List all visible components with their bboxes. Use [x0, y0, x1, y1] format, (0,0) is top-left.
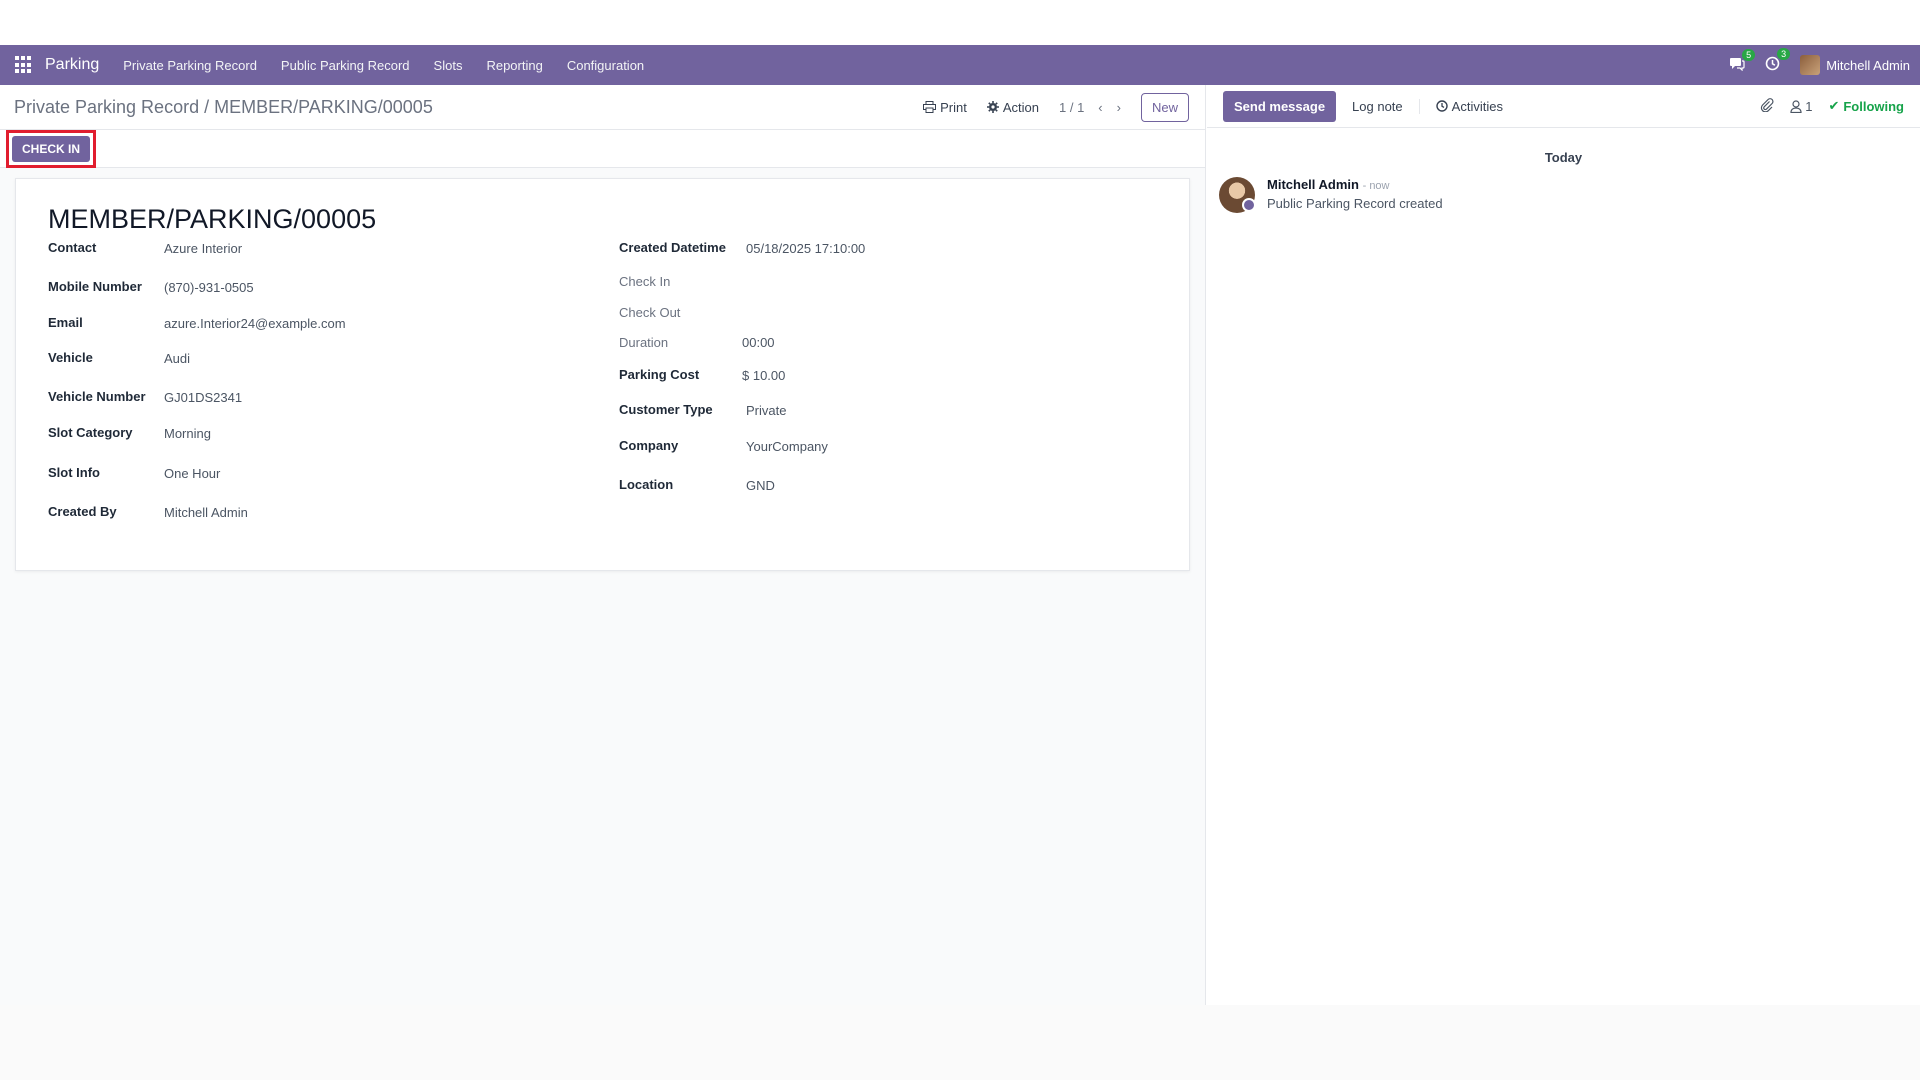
activities-button[interactable]: Activities — [1418, 98, 1503, 114]
send-message-button[interactable]: Send message — [1223, 90, 1337, 122]
field-value-company[interactable]: YourCompany — [746, 439, 828, 454]
followers-button[interactable]: 1 — [1790, 99, 1812, 114]
field-label-slot-category: Slot Category — [48, 425, 133, 440]
field-label-mobile: Mobile Number — [48, 279, 142, 294]
following-button[interactable]: ✔ Following — [1828, 98, 1904, 114]
field-value-mobile[interactable]: (870)-931-0505 — [164, 280, 254, 295]
field-value-created-by[interactable]: Mitchell Admin — [164, 505, 248, 520]
field-value-created-datetime[interactable]: 05/18/2025 17:10:00 — [746, 241, 865, 256]
record-title: MEMBER/PARKING/00005 — [48, 204, 377, 234]
top-gap — [0, 0, 1920, 45]
date-separator: Today — [1544, 150, 1583, 165]
field-label-company: Company — [619, 438, 679, 453]
print-button[interactable]: Print — [923, 100, 967, 115]
field-value-vehicle[interactable]: Audi — [164, 351, 190, 366]
following-label: Following — [1843, 98, 1904, 114]
field-value-vehicle-number[interactable]: GJ01DS2341 — [164, 390, 242, 405]
chatter-message: Mitchell Admin - now Public Parking Reco… — [1207, 177, 1920, 213]
nav-reporting[interactable]: Reporting — [486, 58, 542, 73]
clock-icon — [1435, 100, 1448, 112]
pager-next-icon[interactable]: › — [1117, 100, 1121, 115]
form-sheet: MEMBER/PARKING/00005 Contact Azure Inter… — [15, 178, 1190, 571]
field-label-created-by: Created By — [48, 504, 117, 519]
field-label-contact: Contact — [48, 240, 97, 255]
breadcrumb[interactable]: Private Parking Record / MEMBER/PARKING/… — [14, 97, 433, 118]
field-value-customer-type[interactable]: Private — [746, 403, 786, 418]
check-icon: ✔ — [1828, 98, 1840, 113]
field-label-email: Email — [48, 315, 83, 330]
message-author-avatar[interactable] — [1219, 177, 1256, 213]
chatter-topbar: Send message Log note Activities 1 ✔ Fol… — [1207, 85, 1920, 128]
status-bar: CHECK IN — [0, 129, 1205, 168]
messages-badge: 5 — [1742, 48, 1756, 61]
activities-clock-icon[interactable]: 3 — [1765, 48, 1791, 74]
check-in-button[interactable]: CHECK IN — [12, 135, 91, 162]
user-avatar — [1800, 55, 1821, 75]
messages-icon[interactable]: 5 — [1729, 48, 1756, 74]
chatter-panel: Send message Log note Activities 1 ✔ Fol… — [1207, 85, 1920, 1005]
new-button[interactable]: New — [1140, 92, 1189, 122]
field-label-vehicle: Vehicle — [48, 350, 93, 365]
form-pane: Private Parking Record / MEMBER/PARKING/… — [0, 85, 1206, 1005]
field-label-location: Location — [619, 477, 674, 492]
field-value-location[interactable]: GND — [746, 478, 775, 493]
apps-menu-icon[interactable] — [15, 56, 33, 74]
nav-public-parking-record[interactable]: Public Parking Record — [281, 58, 410, 73]
log-note-button[interactable]: Log note — [1352, 99, 1403, 114]
action-label: Action — [1002, 99, 1039, 115]
app-brand[interactable]: Parking — [45, 56, 99, 74]
activities-badge: 3 — [1777, 48, 1791, 60]
message-author[interactable]: Mitchell Admin — [1267, 177, 1359, 192]
field-label-parking-cost: Parking Cost — [619, 367, 700, 382]
pager: 1 / 1 ‹ › — [1059, 100, 1121, 115]
nav-configuration[interactable]: Configuration — [567, 58, 644, 73]
user-name: Mitchell Admin — [1826, 57, 1910, 73]
field-value-contact[interactable]: Azure Interior — [164, 241, 242, 256]
field-value-parking-cost: $ 10.00 — [742, 368, 786, 383]
top-navbar: Parking Private Parking Record Public Pa… — [0, 45, 1920, 85]
field-label-customer-type: Customer Type — [619, 402, 713, 417]
checkin-highlight: CHECK IN — [6, 129, 97, 168]
printer-icon — [923, 101, 937, 113]
followers-count: 1 — [1805, 98, 1813, 114]
paperclip-icon[interactable] — [1760, 97, 1774, 115]
field-label-vehicle-number: Vehicle Number — [48, 389, 146, 404]
activities-label: Activities — [1451, 98, 1503, 114]
field-value-slot-category[interactable]: Morning — [164, 426, 211, 441]
action-button[interactable]: Action — [986, 99, 1039, 115]
field-label-slot-info: Slot Info — [48, 465, 100, 480]
field-value-duration: 00:00 — [742, 335, 775, 350]
pager-value[interactable]: 1 / 1 — [1059, 100, 1084, 115]
field-label-created-datetime: Created Datetime — [619, 240, 726, 255]
field-label-check-in: Check In — [619, 274, 671, 289]
gear-icon — [986, 101, 999, 113]
field-label-duration: Duration — [619, 335, 669, 350]
print-label: Print — [940, 99, 967, 115]
bottom-strip — [0, 1005, 1920, 1080]
pager-prev-icon[interactable]: ‹ — [1098, 100, 1102, 115]
control-panel: Private Parking Record / MEMBER/PARKING/… — [0, 85, 1205, 130]
field-value-slot-info[interactable]: One Hour — [164, 466, 220, 481]
nav-private-parking-record[interactable]: Private Parking Record — [123, 58, 257, 73]
message-time: - now — [1362, 180, 1390, 192]
field-value-email[interactable]: azure.Interior24@example.com — [164, 316, 346, 331]
user-icon — [1790, 99, 1802, 113]
field-label-check-out: Check Out — [619, 305, 681, 320]
nav-slots[interactable]: Slots — [434, 58, 463, 73]
message-body: Public Parking Record created — [1267, 196, 1443, 211]
user-menu[interactable]: Mitchell Admin — [1800, 55, 1910, 75]
